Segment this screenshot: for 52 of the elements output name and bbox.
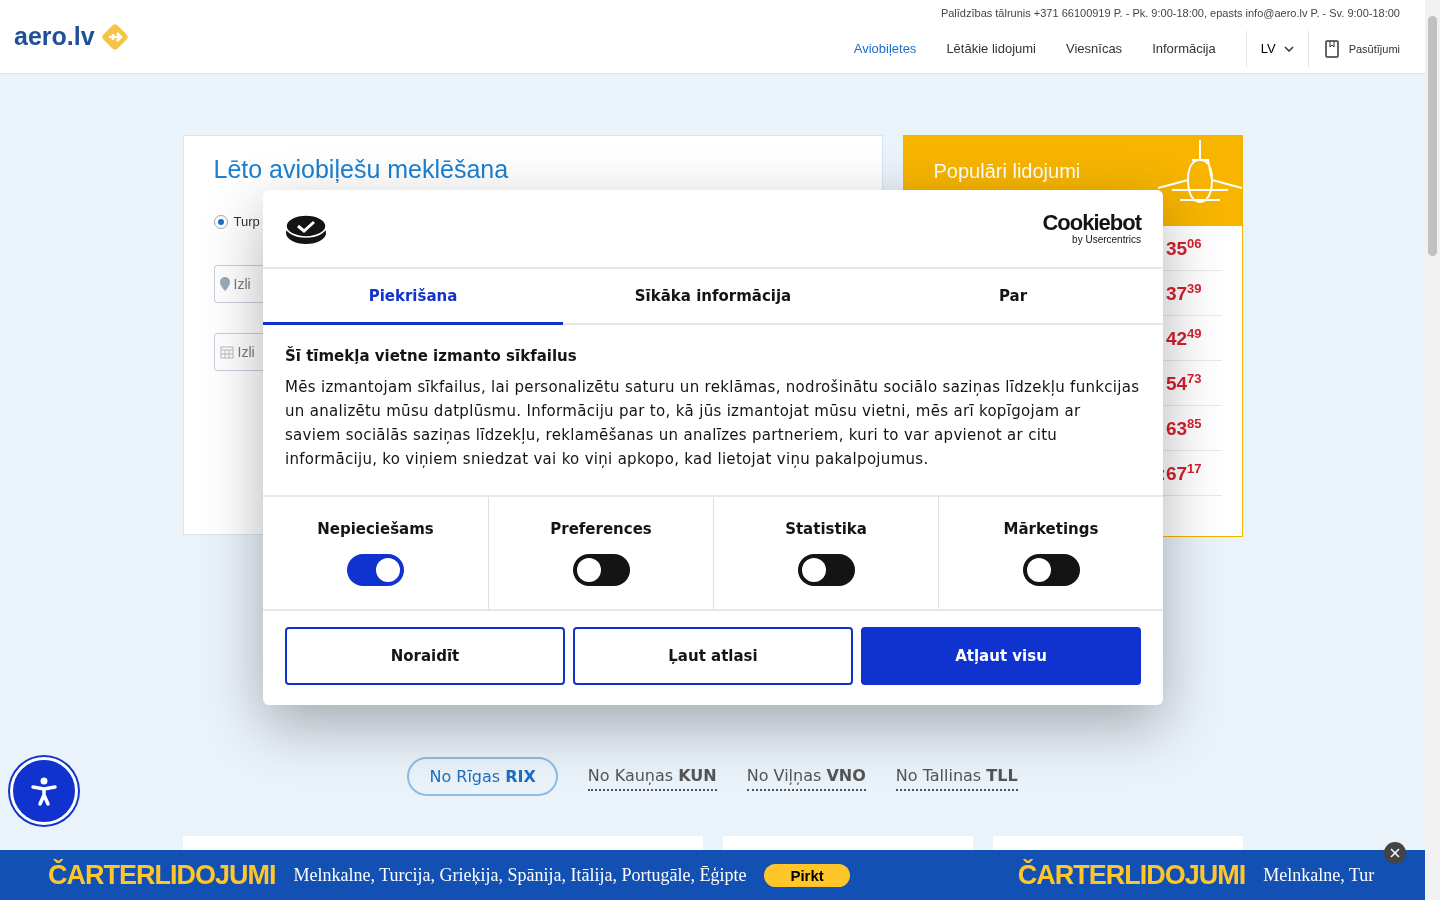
buy-button[interactable]: Pirkt	[764, 863, 850, 887]
orders-link[interactable]: Pasūtījumi	[1308, 39, 1400, 58]
language-select[interactable]: LV	[1245, 30, 1309, 67]
calendar-icon	[219, 345, 234, 359]
departure-tab[interactable]: No Viļņas VNO	[746, 762, 866, 791]
contact-info: Palīdzības tālrunis +371 66100919 P. - Pk. 9:00-18:00, epasts info@aero.lv P. - Sv. 9:00-18:00	[940, 6, 1400, 19]
accessibility-button[interactable]	[10, 757, 78, 825]
brand-name: Cookiebot	[1042, 212, 1141, 234]
nav-link[interactable]: Aviobiļetes	[838, 41, 932, 56]
price: 37$^{39}$	[1165, 280, 1202, 306]
banner-destinations: Melnkalne, Turcija, Grieķija, Spānija, Itālija, Portugāle, Ēģipte	[293, 864, 747, 886]
banner-title: ČARTERLIDOJUMI	[1017, 859, 1246, 891]
popular-title: Populāri lidojumi	[933, 160, 1081, 182]
chevron-down-icon	[1283, 45, 1294, 52]
dialog-tab[interactable]: Piekrišana	[263, 269, 563, 325]
dialog-tab[interactable]: Par	[863, 269, 1163, 325]
category-label: Preferences	[550, 520, 652, 538]
category-label: Mārketings	[1003, 520, 1099, 538]
pin-icon	[219, 277, 230, 291]
dialog-text: Mēs izmantojam sīkfailus, lai personalizētu saturu un reklāmas, nodrošinātu sociālo saziņas līdzekļu funkcijas un analizētu mūsu datplūsmu. Informāciju par to, kā jūs izmantojat mūsu vietni, mēs arī kopīgojam ar saviem sociālās saziņas līdzekļu, reklamēšanas un analīzes partneriem, kuri to var apvienot ar citu informāciju, ko viņiem sniedzat vai ko viņi apkopo, kad lietojat viņu pakalpojumus.	[285, 377, 1141, 470]
price: 42$^{49}$	[1165, 325, 1202, 351]
cookie-check-icon	[285, 212, 327, 245]
search-title: Lēto aviobiļešu meklēšana	[213, 154, 510, 184]
price: 35$^{06}$	[1165, 235, 1202, 261]
departure-tab[interactable]: No Kauņas KUN	[587, 762, 717, 791]
promo-banner[interactable]: ČARTERLIDOJUMI Melnkalne, Turcija, Grieķija, Spānija, Itālija, Portugāle, Ēģipte Pirkt ČARTERLIDOJUMI Melnkalne, Tur	[0, 850, 1425, 900]
category-label: Statistika	[785, 520, 867, 538]
dialog-button[interactable]: Noraidīt	[285, 627, 565, 685]
nav-link[interactable]: Lētākie lidojumi	[931, 41, 1051, 56]
bookmark-icon	[1324, 39, 1339, 58]
consent-toggle[interactable]	[1022, 554, 1080, 586]
dialog-button[interactable]: Ļaut atlasi	[573, 627, 853, 685]
price: 63$^{85}$	[1165, 415, 1202, 441]
trip-radio[interactable]: Turp	[213, 214, 852, 229]
nav-link[interactable]: Viesnīcas	[1051, 41, 1138, 56]
brand-subtitle: by Usercentrics	[1072, 234, 1141, 245]
banner-destinations: Melnkalne, Tur	[1263, 864, 1375, 886]
consent-toggle[interactable]	[797, 554, 855, 586]
close-button[interactable]	[1384, 842, 1406, 864]
close-icon	[1390, 848, 1400, 858]
allow-all-button[interactable]: Atļaut visu	[861, 627, 1141, 685]
logo-text[interactable]: aero.lv	[14, 22, 95, 51]
category-label: Nepieciešams	[317, 520, 434, 538]
dialog-heading: Šī tīmekļa vietne izmanto sīkfailus	[285, 347, 578, 365]
departure-tab[interactable]: No Tallinas TLL	[895, 762, 1018, 791]
consent-toggle[interactable]	[347, 554, 404, 586]
dialog-tab[interactable]: Sīkāka informācija	[563, 269, 863, 325]
consent-toggle[interactable]	[572, 554, 630, 586]
departure-tab[interactable]: No Rīgas RIX	[407, 757, 558, 796]
nav-link[interactable]: Informācija	[1137, 41, 1231, 56]
banner-title: ČARTERLIDOJUMI	[48, 859, 276, 891]
price: 54$^{73}$	[1165, 370, 1202, 396]
